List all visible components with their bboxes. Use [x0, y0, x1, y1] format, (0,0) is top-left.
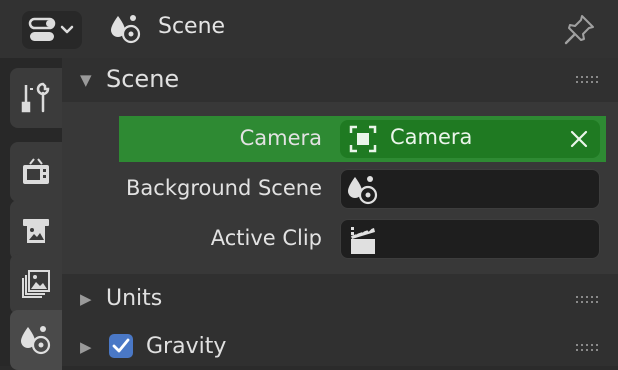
scene-icon	[348, 176, 378, 205]
active-clip-label: Active Clip	[210, 226, 322, 250]
camera-label: Camera	[239, 126, 322, 150]
tab-output[interactable]	[10, 200, 62, 260]
collapse-arrow-icon: ▼	[80, 71, 92, 89]
expand-arrow-icon: ▶	[80, 338, 92, 356]
tab-view-layer[interactable]	[10, 254, 62, 314]
drag-grip-icon[interactable]	[576, 76, 598, 86]
tab-scene[interactable]	[10, 310, 62, 370]
movie-clip-icon	[351, 227, 375, 254]
tab-tool[interactable]	[10, 68, 62, 128]
scene-icon	[21, 326, 51, 355]
pin-icon[interactable]	[562, 13, 596, 47]
background-scene-field[interactable]	[340, 169, 600, 209]
properties-editor-icon	[28, 17, 74, 41]
camera-value: Camera	[390, 125, 473, 149]
view-layer-icon	[22, 270, 50, 298]
scene-icon	[111, 15, 141, 44]
drag-grip-icon[interactable]	[576, 344, 598, 354]
section-scene-header[interactable]: ▼ Scene	[62, 58, 618, 102]
clear-x-icon[interactable]	[570, 130, 588, 148]
expand-arrow-icon: ▶	[80, 290, 92, 308]
section-title: Scene	[106, 65, 180, 93]
editor-type-selector[interactable]	[22, 11, 82, 49]
section-units-header[interactable]: ▶ Units	[62, 278, 618, 322]
render-icon	[23, 158, 49, 184]
properties-header: Scene	[0, 0, 618, 58]
tab-render[interactable]	[10, 142, 62, 202]
active-clip-field[interactable]	[340, 219, 600, 259]
tool-icon	[21, 82, 50, 113]
header-title: Scene	[158, 14, 226, 39]
camera-object-icon	[349, 125, 377, 153]
section-gravity-header[interactable]: ▶ Gravity	[62, 326, 618, 370]
background-scene-label: Background Scene	[126, 176, 322, 200]
section-title: Units	[106, 286, 163, 311]
drag-grip-icon[interactable]	[576, 296, 598, 306]
section-title: Gravity	[146, 334, 227, 359]
camera-field[interactable]: Camera	[340, 120, 600, 158]
properties-tab-bar	[0, 58, 62, 370]
gravity-checkbox[interactable]	[109, 334, 133, 358]
output-icon	[23, 219, 49, 243]
checkmark-icon	[112, 338, 130, 353]
